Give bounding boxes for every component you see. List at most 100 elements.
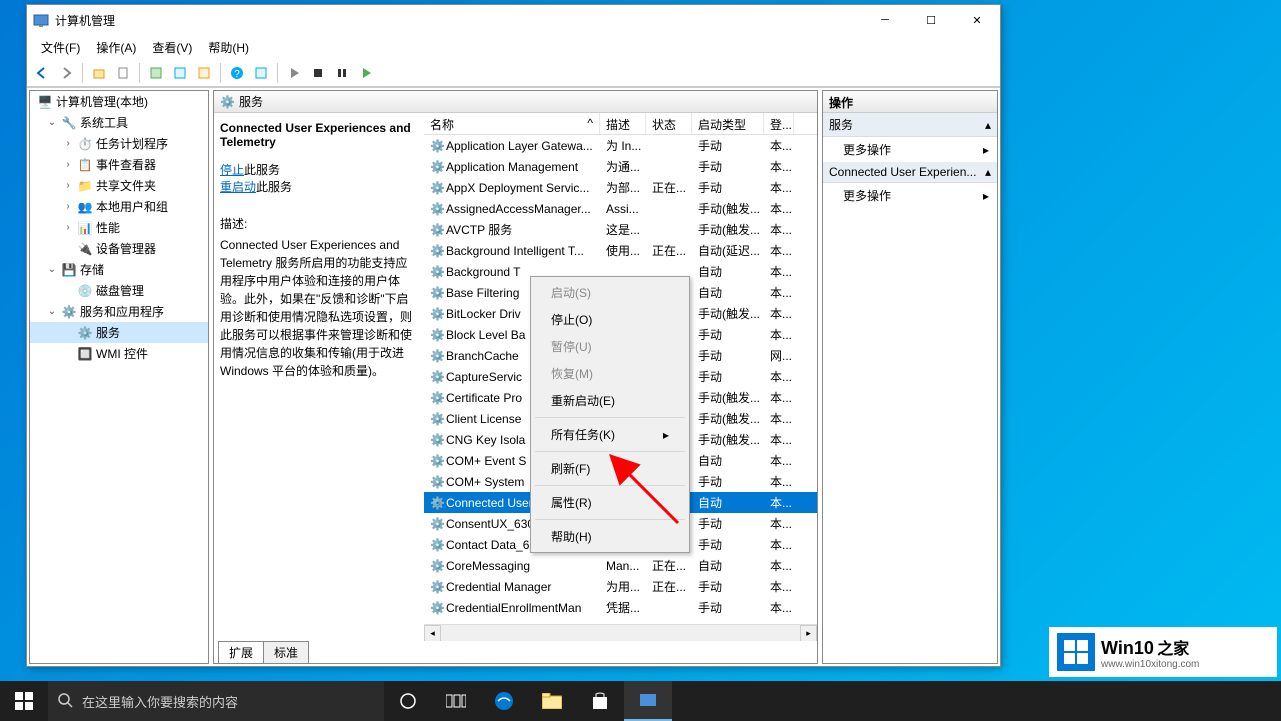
- expand-icon[interactable]: ›: [62, 138, 74, 150]
- taskbar-compmgmt[interactable]: [624, 681, 672, 721]
- search-placeholder: 在这里输入你要搜索的内容: [82, 692, 238, 711]
- menu-file[interactable]: 文件(F): [33, 36, 88, 59]
- taskbar[interactable]: 在这里输入你要搜索的内容: [0, 681, 1281, 721]
- taskbar-store[interactable]: [576, 681, 624, 721]
- start-button[interactable]: [0, 681, 48, 721]
- service-row[interactable]: ⚙️CredentialEnrollmentMan凭据...手动本...: [424, 597, 817, 618]
- service-row[interactable]: ⚙️AssignedAccessManager...Assi...手动(触发..…: [424, 198, 817, 219]
- view-tabs: 扩展 标准: [214, 641, 817, 663]
- collapse-icon[interactable]: ⌄: [46, 306, 58, 318]
- more-actions-1[interactable]: 更多操作▸: [823, 137, 997, 162]
- col-name[interactable]: 名称^: [424, 113, 600, 134]
- tb-btn-4[interactable]: [250, 62, 272, 84]
- windows-logo-icon: [1057, 633, 1095, 671]
- users-icon: 👥: [77, 199, 93, 215]
- column-headers[interactable]: 名称^ 描述 状态 启动类型 登...: [424, 113, 817, 135]
- service-row[interactable]: ⚙️AppX Deployment Servic...为部...正在...手动本…: [424, 177, 817, 198]
- actions-group-selected[interactable]: Connected User Experien...▴: [823, 162, 997, 183]
- help-button[interactable]: ?: [226, 62, 248, 84]
- nav-forward-button[interactable]: [55, 62, 77, 84]
- tree-root[interactable]: 🖥️计算机管理(本地): [30, 91, 208, 112]
- gear-icon: ⚙️: [430, 559, 444, 573]
- close-button[interactable]: ✕: [954, 5, 1000, 35]
- service-row[interactable]: ⚙️Credential Manager为用...正在...手动本...: [424, 576, 817, 597]
- actions-group-services[interactable]: 服务▴: [823, 113, 997, 137]
- cm-stop[interactable]: 停止(O): [533, 306, 687, 333]
- gear-icon: ⚙️: [220, 95, 235, 109]
- tree-local-users[interactable]: ›👥本地用户和组: [30, 196, 208, 217]
- expand-icon[interactable]: ›: [62, 159, 74, 171]
- gear-icon: ⚙️: [430, 223, 444, 237]
- taskbar-explorer[interactable]: [528, 681, 576, 721]
- cm-start: 启动(S): [533, 279, 687, 306]
- service-row[interactable]: ⚙️AVCTP 服务这是...手动(触发...本...: [424, 219, 817, 240]
- computer-management-window: 计算机管理 ─ ☐ ✕ 文件(F) 操作(A) 查看(V) 帮助(H) ?: [26, 4, 1001, 667]
- wmi-icon: 🔲: [77, 346, 93, 362]
- expand-icon[interactable]: ›: [62, 180, 74, 192]
- col-status[interactable]: 状态: [646, 113, 692, 134]
- menu-view[interactable]: 查看(V): [144, 36, 200, 59]
- tree-shared-folders[interactable]: ›📁共享文件夹: [30, 175, 208, 196]
- play-button[interactable]: [283, 62, 305, 84]
- tab-extended[interactable]: 扩展: [218, 641, 264, 663]
- maximize-button[interactable]: ☐: [908, 5, 954, 35]
- col-desc[interactable]: 描述: [600, 113, 646, 134]
- col-startup[interactable]: 启动类型: [692, 113, 764, 134]
- restart-link[interactable]: 重启动: [220, 180, 256, 194]
- horizontal-scrollbar[interactable]: ◂ ▸: [424, 624, 817, 641]
- search-icon: [58, 693, 74, 709]
- titlebar: 计算机管理 ─ ☐ ✕: [27, 5, 1000, 35]
- cm-properties[interactable]: 属性(R): [533, 489, 687, 516]
- tree-event-viewer[interactable]: ›📋事件查看器: [30, 154, 208, 175]
- scroll-right-icon[interactable]: ▸: [800, 625, 817, 642]
- tb-btn-2[interactable]: [169, 62, 191, 84]
- stop-link[interactable]: 停止: [220, 163, 244, 177]
- cm-refresh[interactable]: 刷新(F): [533, 455, 687, 482]
- cm-all-tasks[interactable]: 所有任务(K)▸: [533, 421, 687, 448]
- service-row[interactable]: ⚙️Application Management为通...手动本...: [424, 156, 817, 177]
- device-icon: 🔌: [77, 241, 93, 257]
- context-menu[interactable]: 启动(S) 停止(O) 暂停(U) 恢复(M) 重新启动(E) 所有任务(K)▸…: [530, 276, 690, 553]
- new-button[interactable]: [112, 62, 134, 84]
- menu-action[interactable]: 操作(A): [88, 36, 144, 59]
- service-row[interactable]: ⚙️CoreMessagingMan...正在...自动本...: [424, 555, 817, 576]
- cm-restart[interactable]: 重新启动(E): [533, 387, 687, 414]
- tree-wmi[interactable]: 🔲WMI 控件: [30, 343, 208, 364]
- stop-button[interactable]: [307, 62, 329, 84]
- up-button[interactable]: [88, 62, 110, 84]
- nav-back-button[interactable]: [31, 62, 53, 84]
- tab-standard[interactable]: 标准: [263, 641, 309, 663]
- restart-button[interactable]: [355, 62, 377, 84]
- service-row[interactable]: ⚙️Background Intelligent T...使用...正在...自…: [424, 240, 817, 261]
- nav-tree[interactable]: 🖥️计算机管理(本地) ⌄🔧系统工具 ›⏱️任务计划程序 ›📋事件查看器 ›📁共…: [29, 90, 209, 664]
- taskbar-search[interactable]: 在这里输入你要搜索的内容: [48, 681, 384, 721]
- tree-storage[interactable]: ⌄💾存储: [30, 259, 208, 280]
- taskbar-taskview[interactable]: [432, 681, 480, 721]
- cm-help[interactable]: 帮助(H): [533, 523, 687, 550]
- scroll-left-icon[interactable]: ◂: [424, 625, 441, 642]
- expand-icon[interactable]: ›: [62, 222, 74, 234]
- pause-button[interactable]: [331, 62, 353, 84]
- tree-device-manager[interactable]: 🔌设备管理器: [30, 238, 208, 259]
- tb-btn-3[interactable]: [193, 62, 215, 84]
- tree-disk-mgmt[interactable]: 💿磁盘管理: [30, 280, 208, 301]
- service-row[interactable]: ⚙️Application Layer Gatewa...为 In...手动本.…: [424, 135, 817, 156]
- more-actions-2[interactable]: 更多操作▸: [823, 183, 997, 208]
- minimize-button[interactable]: ─: [862, 5, 908, 35]
- tb-btn-1[interactable]: [145, 62, 167, 84]
- tree-performance[interactable]: ›📊性能: [30, 217, 208, 238]
- expand-icon[interactable]: ›: [62, 201, 74, 213]
- collapse-icon[interactable]: ⌄: [46, 117, 58, 129]
- menu-help[interactable]: 帮助(H): [200, 36, 257, 59]
- col-logon[interactable]: 登...: [764, 113, 794, 134]
- collapse-icon[interactable]: ⌄: [46, 264, 58, 276]
- tree-services[interactable]: ⚙️服务: [30, 322, 208, 343]
- desc-label: 描述:: [220, 215, 418, 232]
- taskbar-edge[interactable]: [480, 681, 528, 721]
- gear-icon: ⚙️: [430, 139, 444, 153]
- gear-icon: ⚙️: [430, 370, 444, 384]
- tree-services-apps[interactable]: ⌄⚙️服务和应用程序: [30, 301, 208, 322]
- tree-task-scheduler[interactable]: ›⏱️任务计划程序: [30, 133, 208, 154]
- tree-system-tools[interactable]: ⌄🔧系统工具: [30, 112, 208, 133]
- taskbar-cortana[interactable]: [384, 681, 432, 721]
